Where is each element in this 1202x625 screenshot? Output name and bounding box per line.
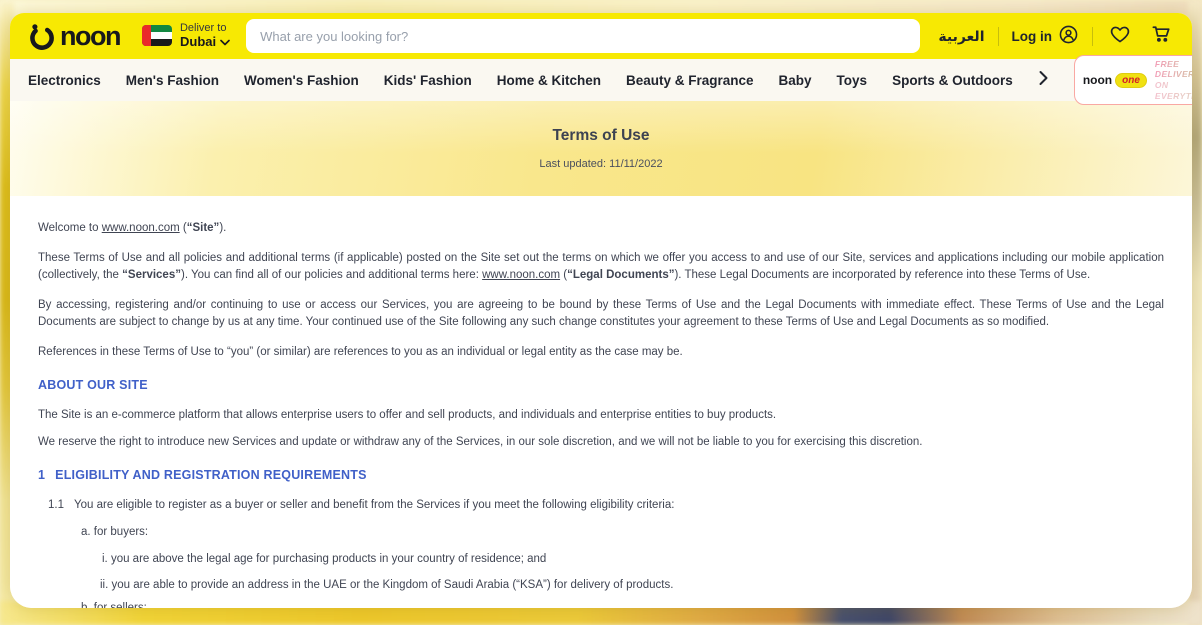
nav-item-sports-outdoors[interactable]: Sports & Outdoors <box>892 73 1013 88</box>
login-button[interactable]: Log in <box>1012 24 1080 48</box>
chevron-down-icon <box>220 35 230 50</box>
deliver-location-selector[interactable]: Deliver to Dubai <box>142 22 230 50</box>
free-delivery-text: FREE DELIVERY <box>1155 59 1192 80</box>
bold-text: “Legal Documents” <box>567 269 674 281</box>
nav-item-womens-fashion[interactable]: Women's Fashion <box>244 73 359 88</box>
heart-icon <box>1109 23 1131 50</box>
cart-button[interactable] <box>1147 22 1176 50</box>
text: ). <box>219 222 226 234</box>
noon-one-offer-text: FREE DELIVERY ON EVERYTHING <box>1155 59 1192 102</box>
site-link[interactable]: www.noon.com <box>102 222 180 234</box>
text: ). You can find all of our policies and … <box>181 269 482 281</box>
nav-item-mens-fashion[interactable]: Men's Fashion <box>126 73 219 88</box>
language-toggle[interactable]: العربية <box>938 28 984 45</box>
on-everything-text: ON EVERYTHING <box>1155 80 1192 101</box>
noon-logo-icon <box>26 21 57 52</box>
one-badge: one <box>1115 73 1147 88</box>
terms-content: Welcome to www.noon.com (“Site”). These … <box>10 196 1192 608</box>
nav-item-home-kitchen[interactable]: Home & Kitchen <box>497 73 601 88</box>
legal-documents-link[interactable]: www.noon.com <box>482 269 560 281</box>
paragraph-services-discretion: We reserve the right to introduce new Se… <box>38 434 1164 451</box>
paragraph-references: References in these Terms of Use to “you… <box>38 344 1164 361</box>
noon-one-banner[interactable]: noon one FREE DELIVERY ON EVERYTHING <box>1074 55 1192 106</box>
nav-item-beauty-fragrance[interactable]: Beauty & Fragrance <box>626 73 754 88</box>
deliver-city: Dubai <box>180 35 216 50</box>
main-card: noon Deliver to Dubai العربية Log in <box>10 13 1192 608</box>
nav-item-kids-fashion[interactable]: Kids' Fashion <box>384 73 472 88</box>
paragraph-terms-scope: These Terms of Use and all policies and … <box>38 250 1164 284</box>
section-title: ELIGIBILITY AND REGISTRATION REQUIREMENT… <box>55 467 366 484</box>
search-input[interactable] <box>246 19 920 53</box>
paragraph-welcome: Welcome to www.noon.com (“Site”). <box>38 220 1164 237</box>
nav-item-toys[interactable]: Toys <box>837 73 868 88</box>
clause-number: 1.1 <box>48 497 64 514</box>
deliver-to-label: Deliver to <box>180 22 230 35</box>
list-item-ii: ii. you are able to provide an address i… <box>100 577 1164 594</box>
uae-flag-icon <box>142 25 172 46</box>
noon-one-brand-text: noon <box>1083 73 1112 87</box>
login-label: Log in <box>1012 29 1053 44</box>
chevron-right-icon <box>1038 70 1049 91</box>
noon-one-logo: noon one <box>1083 73 1147 88</box>
section-1-heading: 1 ELIGIBILITY AND REGISTRATION REQUIREME… <box>38 467 1164 484</box>
header-actions: العربية Log in <box>938 22 1176 50</box>
wishlist-button[interactable] <box>1106 23 1134 50</box>
text: ( <box>180 222 187 234</box>
divider <box>1092 27 1093 46</box>
site-header: noon Deliver to Dubai العربية Log in <box>10 13 1192 59</box>
list-item-i: i. you are above the legal age for purch… <box>102 551 1164 568</box>
text: ). These Legal Documents are incorporate… <box>674 269 1090 281</box>
deliver-text: Deliver to Dubai <box>180 22 230 50</box>
page-title: Terms of Use <box>552 127 649 145</box>
list-item-b: b. for sellers: <box>81 600 1164 608</box>
cart-icon <box>1150 22 1173 50</box>
noon-logo-text: noon <box>60 23 120 50</box>
paragraph-agreement: By accessing, registering and/or continu… <box>38 297 1164 331</box>
text: Welcome to <box>38 222 102 234</box>
divider <box>998 27 999 46</box>
nav-item-baby[interactable]: Baby <box>779 73 812 88</box>
nav-more-button[interactable] <box>1038 70 1049 91</box>
list-item-a: a. for buyers: <box>81 524 1164 541</box>
clause-text: You are eligible to register as a buyer … <box>74 497 674 514</box>
bold-text: “Services” <box>122 269 181 281</box>
bold-text: “Site” <box>187 222 220 234</box>
nav-item-electronics[interactable]: Electronics <box>28 73 101 88</box>
user-icon <box>1058 24 1079 48</box>
noon-logo[interactable]: noon <box>26 21 120 52</box>
last-updated: Last updated: 11/11/2022 <box>539 158 662 170</box>
section-number: 1 <box>38 467 45 484</box>
about-our-site-heading: ABOUT OUR SITE <box>38 377 1164 394</box>
category-nav: Electronics Men's Fashion Women's Fashio… <box>10 59 1192 101</box>
terms-banner: Terms of Use Last updated: 11/11/2022 <box>10 101 1192 196</box>
paragraph-platform: The Site is an e-commerce platform that … <box>38 407 1164 424</box>
clause-1-1: 1.1 You are eligible to register as a bu… <box>48 497 1164 514</box>
